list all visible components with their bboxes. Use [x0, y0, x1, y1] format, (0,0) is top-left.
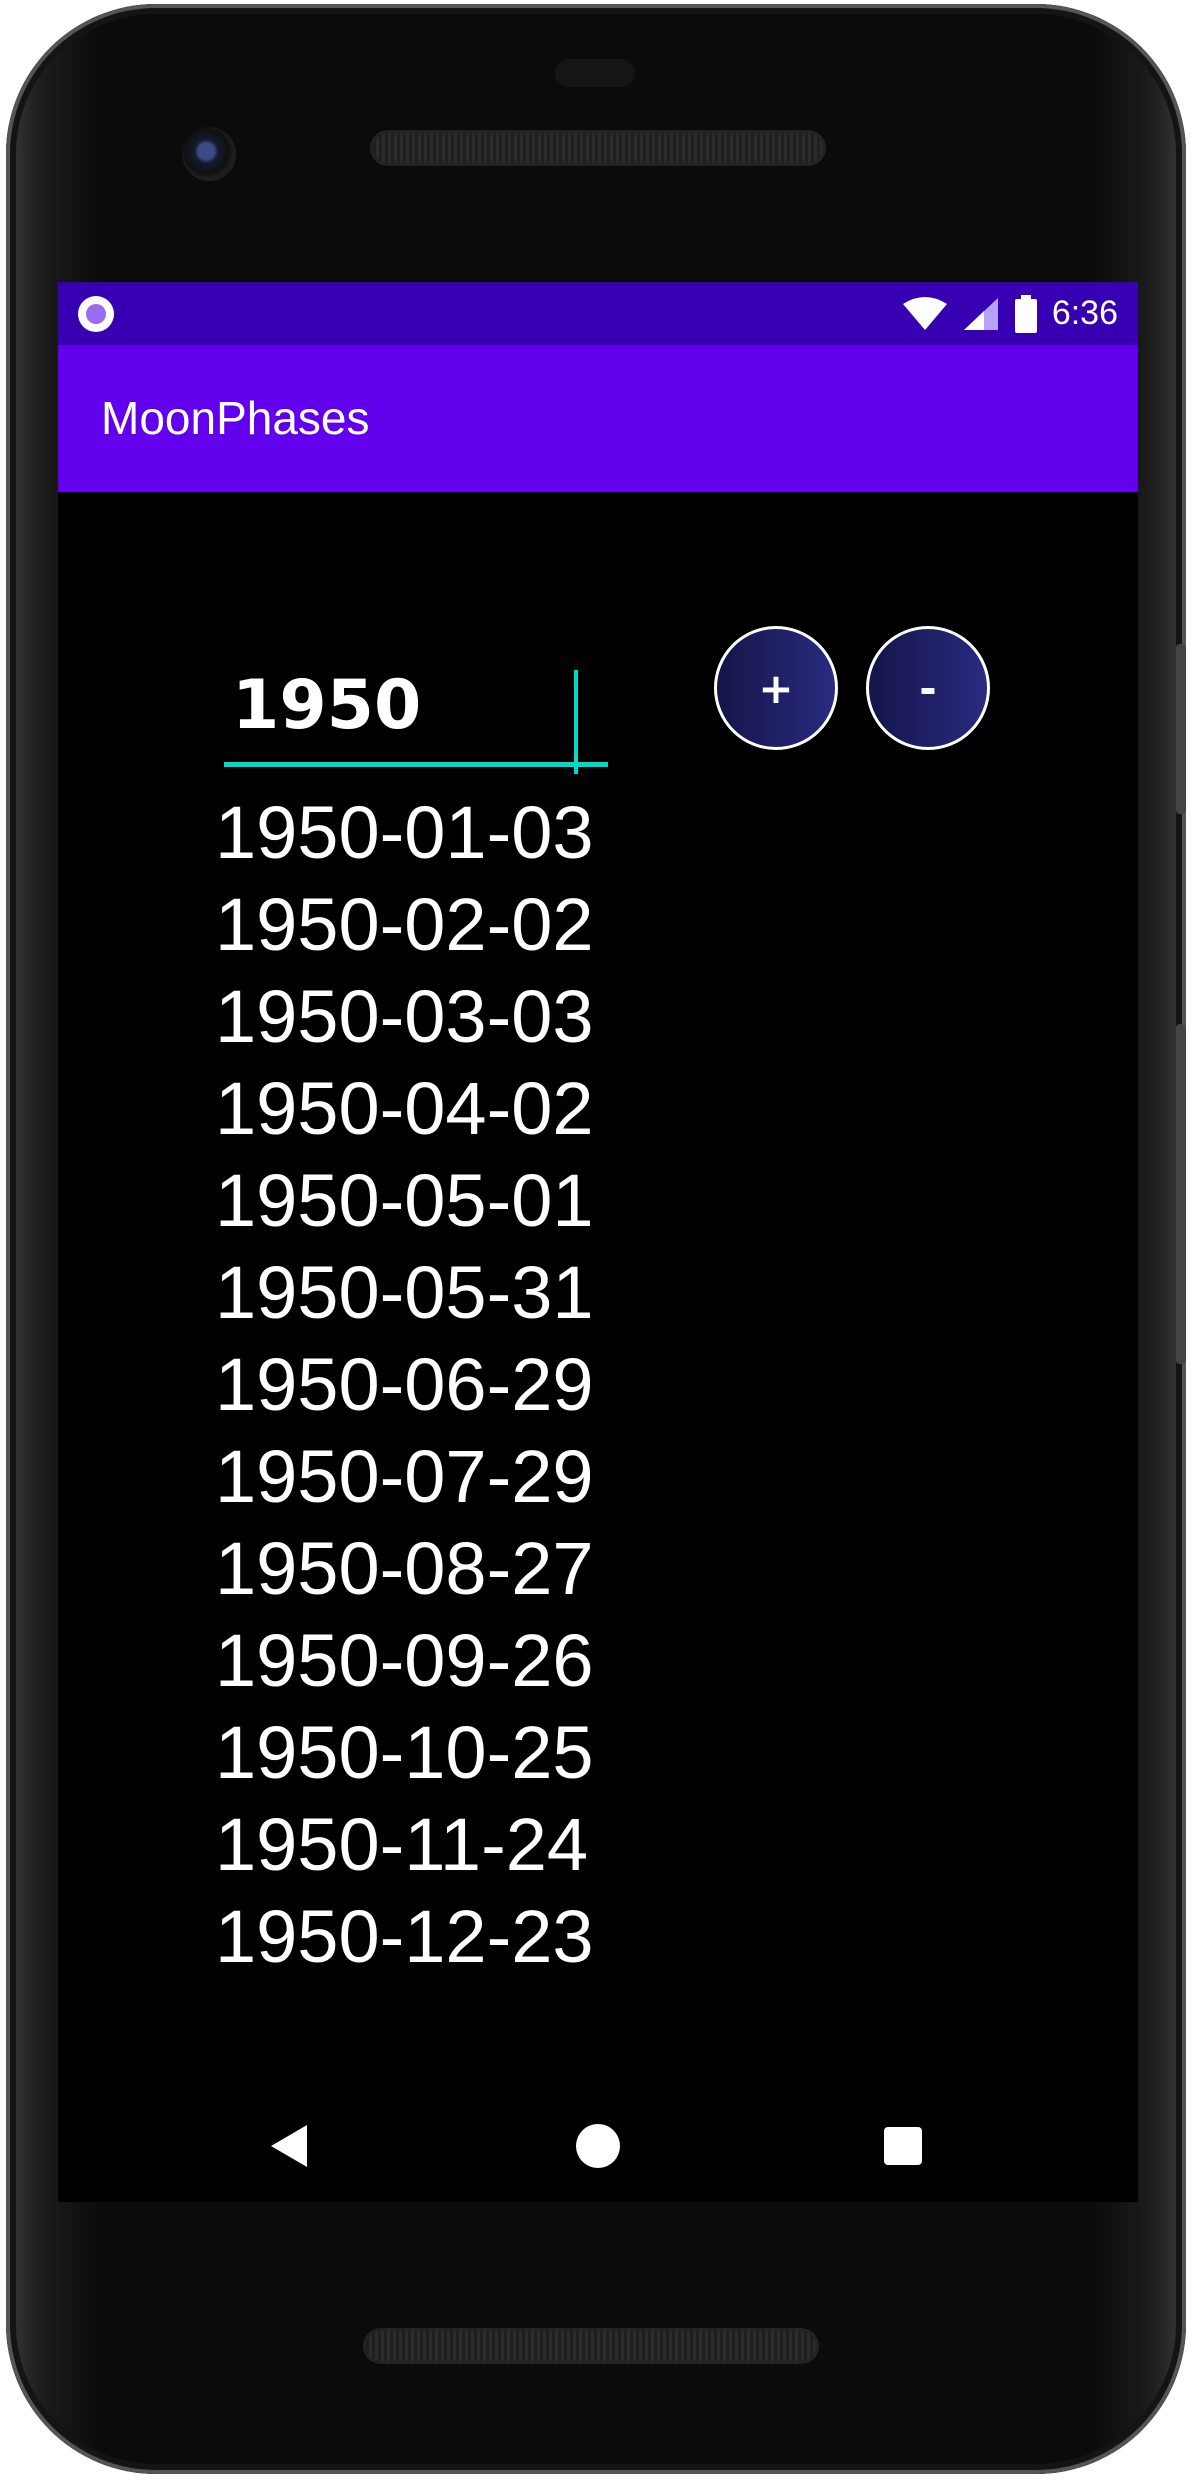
- screen: 6:36 MoonPhases + - 1950-01-03 1950-02-0…: [58, 282, 1138, 2202]
- top-speaker: [373, 133, 823, 163]
- battery-icon: [1014, 294, 1037, 333]
- text-cursor: [574, 670, 578, 774]
- year-input[interactable]: [232, 660, 602, 750]
- back-icon[interactable]: [271, 2125, 307, 2167]
- recents-icon[interactable]: [884, 2127, 922, 2165]
- status-time: 6:36: [1051, 294, 1118, 332]
- home-icon[interactable]: [576, 2124, 620, 2168]
- navigation-bar: [58, 2082, 1138, 2202]
- decrement-year-button[interactable]: -: [866, 626, 990, 750]
- list-item: 1950-01-03: [215, 791, 594, 874]
- wifi-icon: [902, 296, 947, 330]
- list-item: 1950-05-01: [215, 1159, 594, 1242]
- list-item: 1950-06-29: [215, 1343, 594, 1426]
- list-item: 1950-11-24: [215, 1803, 589, 1886]
- front-camera: [182, 127, 236, 181]
- list-item: 1950-09-26: [215, 1619, 594, 1702]
- status-icons: 6:36: [902, 282, 1118, 345]
- app-title: MoonPhases: [101, 392, 370, 444]
- power-button: [1176, 644, 1186, 814]
- volume-button: [1176, 1024, 1186, 1364]
- bottom-speaker: [366, 2331, 816, 2361]
- moon-phase-date-list: 1950-01-03 1950-02-02 1950-03-03 1950-04…: [215, 787, 594, 1983]
- list-item: 1950-04-02: [215, 1067, 594, 1150]
- notification-dot-icon: [78, 296, 114, 332]
- list-item: 1950-02-02: [215, 883, 594, 966]
- year-field[interactable]: [224, 650, 608, 774]
- list-item: 1950-12-23: [215, 1895, 594, 1978]
- status-bar: 6:36: [58, 282, 1138, 345]
- list-item: 1950-05-31: [215, 1251, 594, 1334]
- year-input-underline: [224, 762, 608, 767]
- app-bar: MoonPhases: [58, 345, 1138, 492]
- list-item: 1950-03-03: [215, 975, 594, 1058]
- list-item: 1950-08-27: [215, 1527, 594, 1610]
- cell-signal-icon: [963, 297, 998, 330]
- sensor: [555, 59, 635, 87]
- phone-frame: 6:36 MoonPhases + - 1950-01-03 1950-02-0…: [6, 4, 1186, 2474]
- increment-year-button[interactable]: +: [714, 626, 838, 750]
- list-item: 1950-07-29: [215, 1435, 594, 1518]
- list-item: 1950-10-25: [215, 1711, 594, 1794]
